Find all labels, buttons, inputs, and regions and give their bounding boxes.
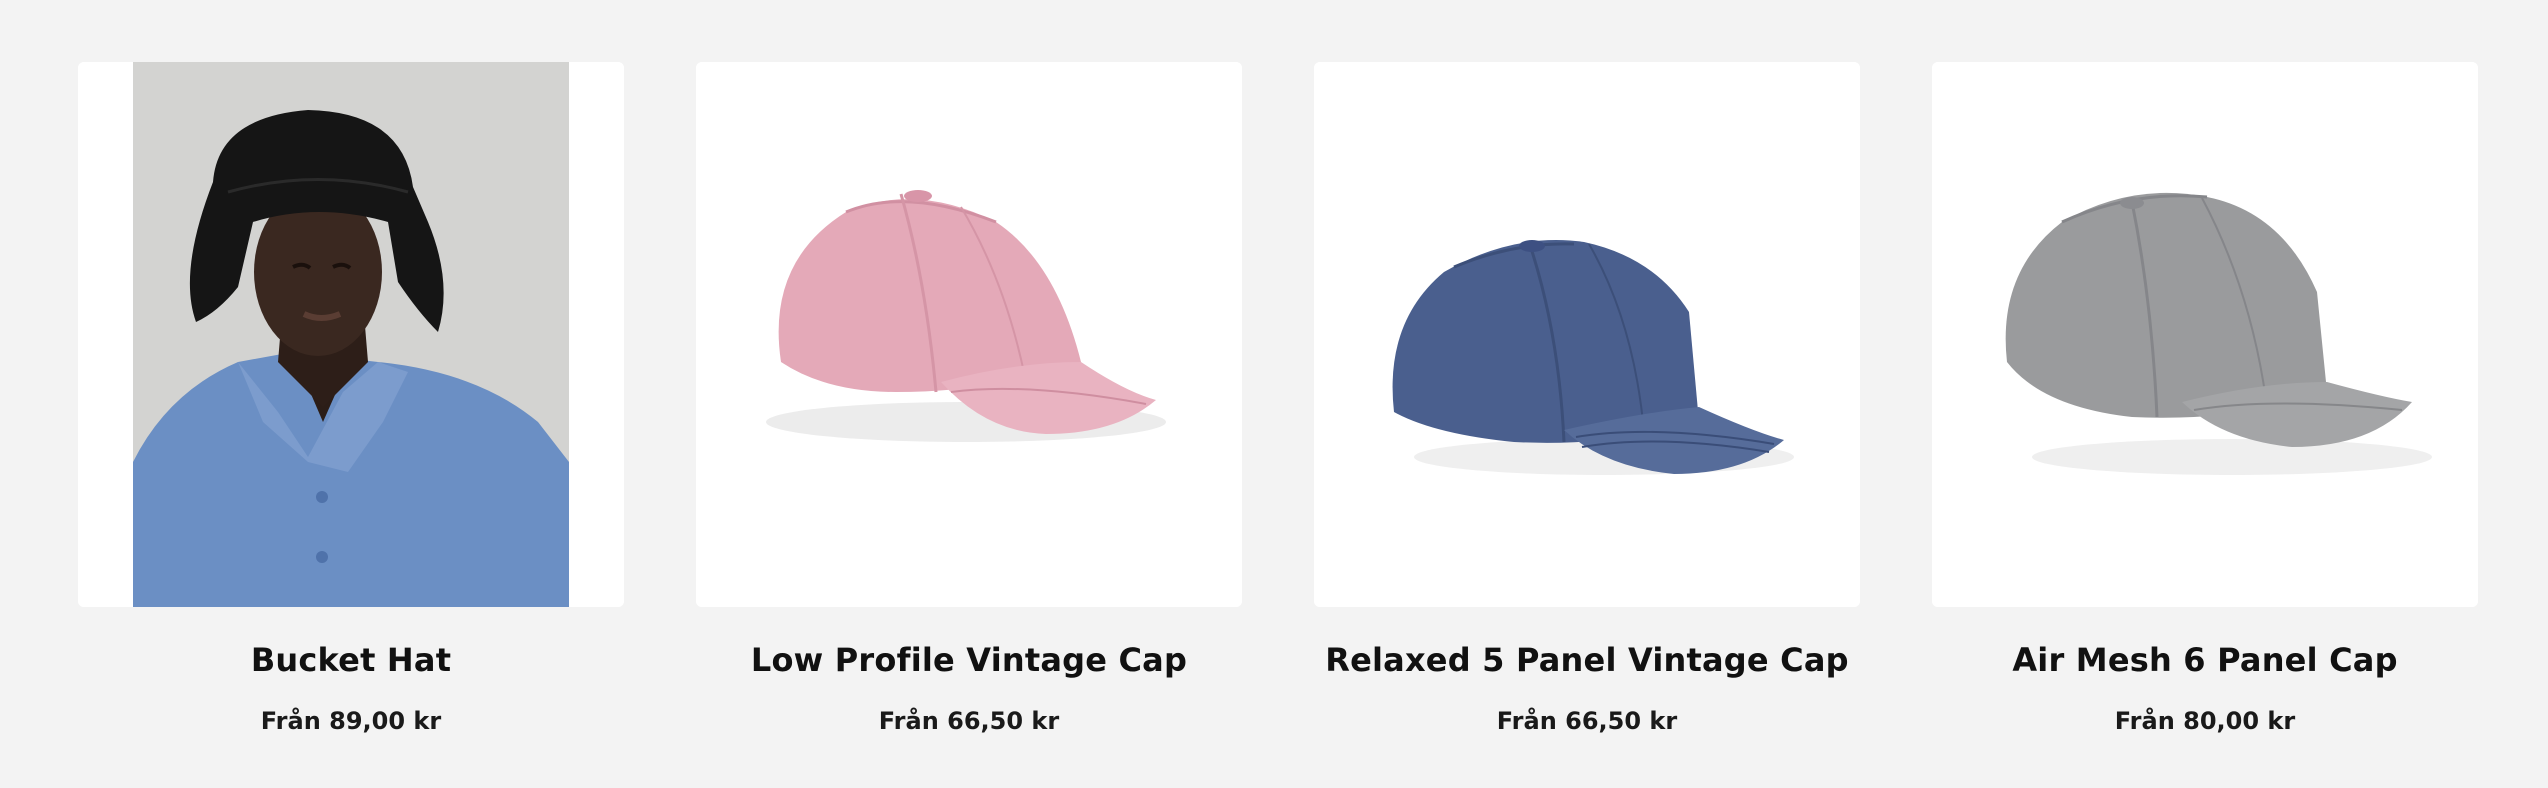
product-card-relaxed-5-panel-vintage-cap[interactable]: Relaxed 5 Panel Vintage Cap Från 66,50 k…	[1314, 62, 1860, 735]
product-image[interactable]	[78, 62, 624, 607]
product-title[interactable]: Relaxed 5 Panel Vintage Cap	[1314, 641, 1860, 679]
product-title[interactable]: Low Profile Vintage Cap	[696, 641, 1242, 679]
product-price: Från 89,00 kr	[260, 707, 442, 735]
product-price: Från 66,50 kr	[878, 707, 1060, 735]
product-image[interactable]	[696, 62, 1242, 607]
product-price: Från 66,50 kr	[1496, 707, 1678, 735]
product-image[interactable]	[1932, 62, 2478, 607]
product-price: Från 80,00 kr	[2114, 707, 2296, 735]
product-card-low-profile-vintage-cap[interactable]: Low Profile Vintage Cap Från 66,50 kr	[696, 62, 1242, 735]
product-card-bucket-hat[interactable]: Bucket Hat Från 89,00 kr	[78, 62, 624, 735]
product-card-air-mesh-6-panel-cap[interactable]: Air Mesh 6 Panel Cap Från 80,00 kr	[1932, 62, 2478, 735]
product-title[interactable]: Air Mesh 6 Panel Cap	[1932, 641, 2478, 679]
product-title[interactable]: Bucket Hat	[78, 641, 624, 679]
product-image[interactable]	[1314, 62, 1860, 607]
product-grid: Bucket Hat Från 89,00 kr Low Profile Vin…	[0, 0, 2548, 788]
